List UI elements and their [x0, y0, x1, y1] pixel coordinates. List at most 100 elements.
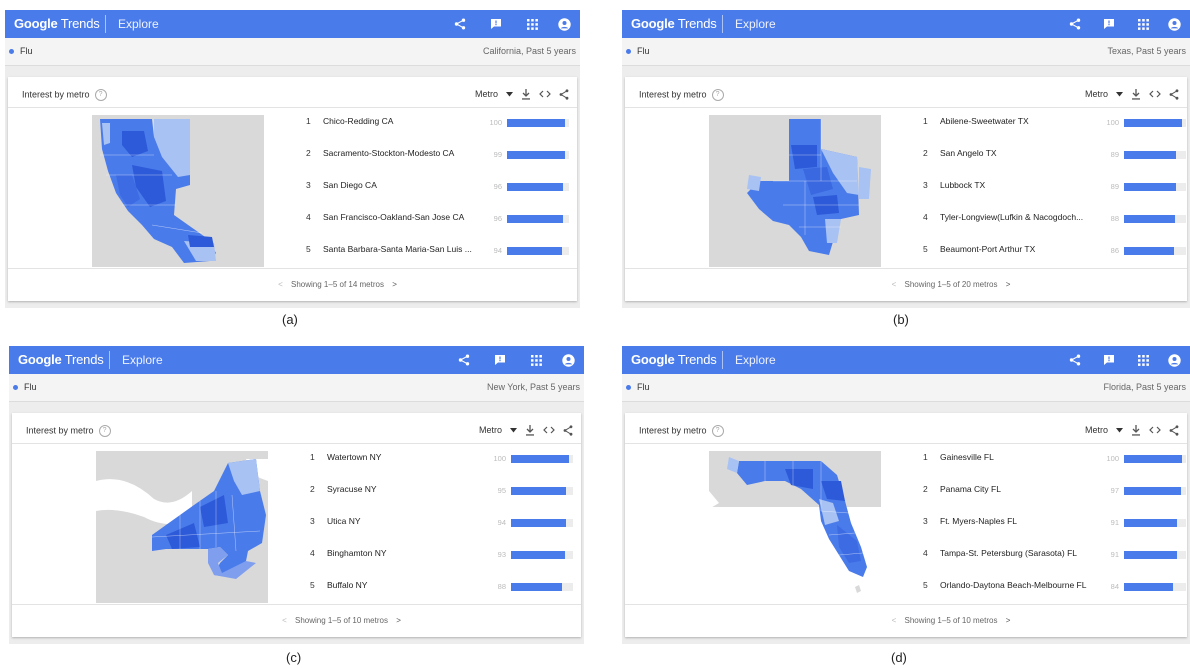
previous-page-icon[interactable]: <	[892, 280, 897, 289]
account-icon[interactable]	[1165, 15, 1183, 33]
region-map-svg[interactable]	[92, 115, 264, 267]
share-icon[interactable]	[455, 351, 473, 369]
download-icon[interactable]	[525, 424, 535, 436]
search-term[interactable]: Flu	[637, 382, 650, 392]
interest-bar	[1124, 151, 1176, 159]
metro-row[interactable]: 3 Ft. Myers-Naples FL 91	[923, 513, 1186, 545]
metro-rank: 1	[306, 116, 311, 126]
search-term[interactable]: Flu	[637, 46, 650, 56]
caption-d: (d)	[891, 650, 907, 665]
metro-name: Lubbock TX	[940, 180, 986, 190]
next-page-icon[interactable]: >	[396, 616, 401, 625]
metro-row[interactable]: 2 Sacramento-Stockton-Modesto CA 99	[306, 145, 569, 177]
metro-row[interactable]: 4 Binghamton NY 93	[310, 545, 573, 577]
google-trends-logo[interactable]: Google Trends	[14, 16, 100, 31]
metro-row[interactable]: 1 Watertown NY 100	[310, 449, 573, 481]
apps-grid-icon[interactable]	[527, 351, 545, 369]
next-page-icon[interactable]: >	[1006, 616, 1011, 625]
interest-bar	[1124, 519, 1178, 527]
share-icon[interactable]	[1066, 15, 1084, 33]
previous-page-icon[interactable]: <	[278, 280, 283, 289]
metro-row[interactable]: 1 Chico-Redding CA 100	[306, 113, 569, 145]
metro-row[interactable]: 1 Abilene-Sweetwater TX 100	[923, 113, 1186, 145]
next-page-icon[interactable]: >	[392, 280, 397, 289]
metro-dropdown[interactable]: Metro	[1085, 425, 1123, 435]
card-divider	[12, 443, 581, 444]
metro-list: 1 Chico-Redding CA 100 2 Sacramento-Stoc…	[306, 113, 569, 273]
metro-row[interactable]: 4 San Francisco-Oakland-San Jose CA 96	[306, 209, 569, 241]
metro-dropdown[interactable]: Metro	[475, 89, 513, 99]
pager-text: Showing 1–5 of 20 metros	[904, 280, 998, 289]
interest-value: 100	[1106, 454, 1119, 463]
caption-c: (c)	[286, 650, 302, 665]
region-time-filter[interactable]: New York, Past 5 years	[487, 382, 580, 392]
feedback-icon[interactable]	[491, 351, 509, 369]
region-map[interactable]	[96, 451, 268, 603]
metro-row[interactable]: 2 San Angelo TX 89	[923, 145, 1186, 177]
metro-dropdown[interactable]: Metro	[1085, 89, 1123, 99]
embed-code-icon[interactable]	[1149, 90, 1161, 98]
account-icon[interactable]	[555, 15, 573, 33]
region-map-svg[interactable]	[709, 115, 881, 267]
embed-code-icon[interactable]	[1149, 426, 1161, 434]
help-icon[interactable]: ?	[94, 89, 107, 101]
embed-code-icon[interactable]	[539, 90, 551, 98]
google-trends-logo[interactable]: Google Trends	[631, 352, 717, 367]
metro-row[interactable]: 3 Lubbock TX 89	[923, 177, 1186, 209]
interest-value: 91	[1110, 550, 1119, 559]
google-trends-logo[interactable]: Google Trends	[18, 352, 104, 367]
feedback-icon[interactable]	[1100, 15, 1118, 33]
metro-rank: 3	[306, 180, 311, 190]
metro-row[interactable]: 3 Utica NY 94	[310, 513, 573, 545]
metro-rank: 3	[923, 516, 928, 526]
region-time-filter[interactable]: Florida, Past 5 years	[1103, 382, 1186, 392]
previous-page-icon[interactable]: <	[892, 616, 897, 625]
download-icon[interactable]	[1131, 424, 1141, 436]
region-map[interactable]	[709, 451, 881, 603]
download-icon[interactable]	[521, 88, 531, 100]
explore-title: Explore	[735, 17, 776, 31]
metro-row[interactable]: 2 Syracuse NY 95	[310, 481, 573, 513]
share-icon[interactable]	[563, 424, 573, 436]
previous-page-icon[interactable]: <	[282, 616, 287, 625]
google-trends-logo[interactable]: Google Trends	[631, 16, 717, 31]
pager-text: Showing 1–5 of 10 metros	[904, 616, 998, 625]
feedback-icon[interactable]	[487, 15, 505, 33]
feedback-icon[interactable]	[1100, 351, 1118, 369]
help-icon[interactable]: ?	[711, 425, 724, 437]
interest-bar-track	[1124, 183, 1186, 191]
region-map[interactable]	[92, 115, 264, 267]
metro-row[interactable]: 2 Panama City FL 97	[923, 481, 1186, 513]
term-color-dot	[13, 385, 18, 390]
region-time-filter[interactable]: California, Past 5 years	[483, 46, 576, 56]
metro-row[interactable]: 1 Gainesville FL 100	[923, 449, 1186, 481]
share-icon[interactable]	[1066, 351, 1084, 369]
apps-grid-icon[interactable]	[1134, 15, 1152, 33]
share-icon[interactable]	[451, 15, 469, 33]
help-icon[interactable]: ?	[711, 89, 724, 101]
help-icon[interactable]: ?	[98, 425, 111, 437]
search-term[interactable]: Flu	[24, 382, 37, 392]
metro-dropdown[interactable]: Metro	[479, 425, 517, 435]
region-map-svg[interactable]	[709, 451, 881, 603]
apps-grid-icon[interactable]	[1134, 351, 1152, 369]
region-map[interactable]	[709, 115, 881, 267]
account-icon[interactable]	[1165, 351, 1183, 369]
dropdown-arrow-icon	[1116, 91, 1123, 97]
metro-row[interactable]: 4 Tyler-Longview(Lufkin & Nacogdoch... 8…	[923, 209, 1186, 241]
metro-row[interactable]: 4 Tampa-St. Petersburg (Sarasota) FL 91	[923, 545, 1186, 577]
embed-code-icon[interactable]	[543, 426, 555, 434]
download-icon[interactable]	[1131, 88, 1141, 100]
pager-divider	[625, 268, 1187, 269]
region-map-svg[interactable]	[96, 451, 268, 603]
metro-rank: 1	[310, 452, 315, 462]
metro-row[interactable]: 3 San Diego CA 96	[306, 177, 569, 209]
search-term[interactable]: Flu	[20, 46, 33, 56]
share-icon[interactable]	[559, 88, 569, 100]
share-icon[interactable]	[1169, 424, 1179, 436]
apps-grid-icon[interactable]	[523, 15, 541, 33]
next-page-icon[interactable]: >	[1006, 280, 1011, 289]
share-icon[interactable]	[1169, 88, 1179, 100]
account-icon[interactable]	[559, 351, 577, 369]
region-time-filter[interactable]: Texas, Past 5 years	[1107, 46, 1186, 56]
